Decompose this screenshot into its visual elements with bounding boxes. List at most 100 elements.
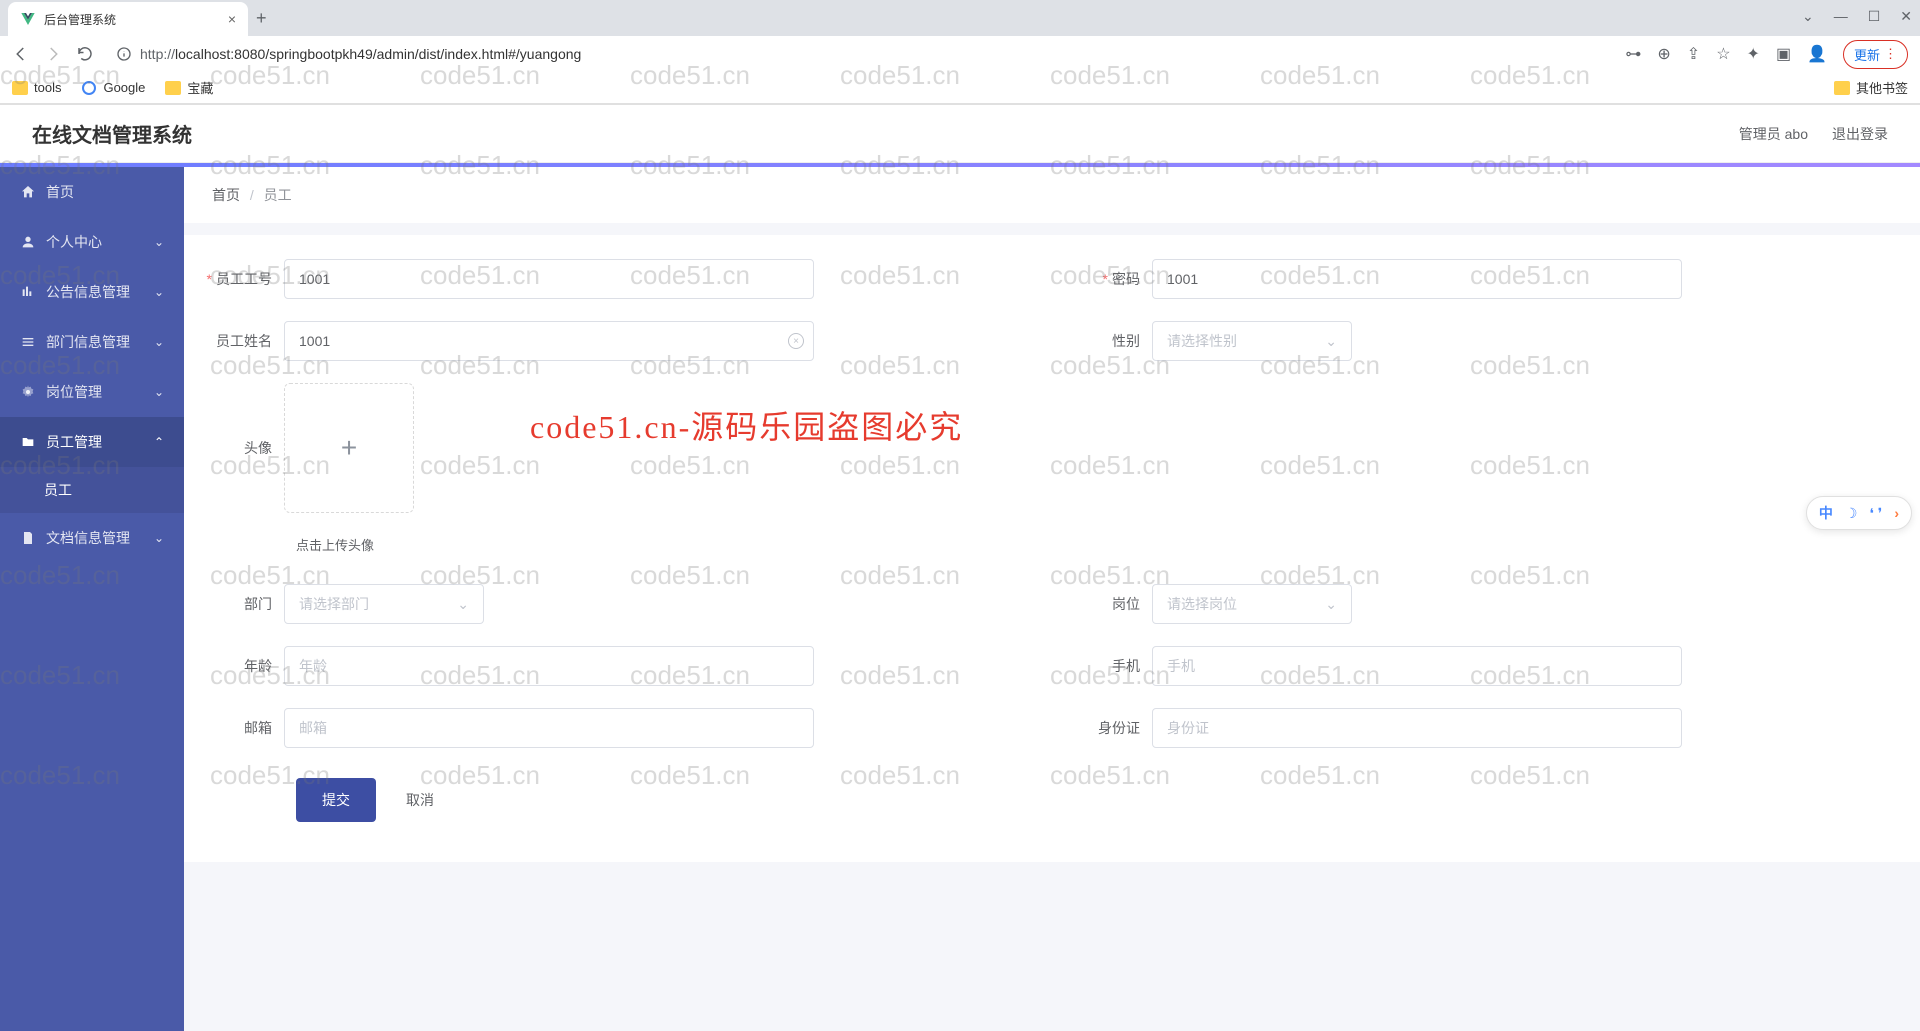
breadcrumb: 首页 / 员工 [184,167,1920,223]
close-window-icon[interactable]: ✕ [1900,8,1912,25]
browser-tabs-bar: 后台管理系统 × + ⌄ — ☐ ✕ [0,0,1920,36]
bookmark-treasure[interactable]: 宝藏 [165,78,213,97]
gender-select[interactable]: 请选择性别 ⌄ [1152,321,1352,361]
app-title: 在线文档管理系统 [32,119,192,148]
age-input[interactable] [284,646,814,686]
chevron-down-icon: ⌄ [457,596,469,613]
breadcrumb-current: 员工 [264,187,292,203]
chevron-down-icon[interactable]: ⌄ [1802,8,1814,25]
plus-icon: + [341,432,357,464]
ime-cn-icon[interactable]: 中 [1819,503,1833,523]
avatar-label: 头像 [204,438,284,458]
chart-icon [20,284,36,300]
chevron-down-icon: ⌄ [154,335,164,349]
profile-icon[interactable]: 👤 [1807,44,1827,64]
ime-toolbar[interactable]: 中 ☽ ❛ ❜ › [1806,496,1912,530]
home-icon [20,184,36,200]
sidebar-item-position[interactable]: 岗位管理 ⌄ [0,367,184,417]
emp-id-label: *员工工号 [204,269,284,289]
breadcrumb-separator: / [250,187,254,203]
address-bar-icons: ⊶ ⊕ ⇪ ☆ ✦ ▣ 👤 更新 ⋮ [1625,40,1908,69]
browser-tab[interactable]: 后台管理系统 × [8,2,248,36]
emp-id-input[interactable] [284,259,814,299]
sidebar-item-dept[interactable]: 部门信息管理 ⌄ [0,317,184,367]
reload-button[interactable] [76,45,94,63]
name-label: 员工姓名 [204,331,284,351]
sidebar-item-doc[interactable]: 文档信息管理 ⌄ [0,513,184,563]
email-label: 邮箱 [204,718,284,738]
user-label[interactable]: 管理员 abo [1739,124,1808,144]
info-icon [116,46,132,62]
bookmark-tools[interactable]: tools [12,80,61,95]
dept-select[interactable]: 请选择部门 ⌄ [284,584,484,624]
chevron-down-icon: ⌄ [1325,596,1337,613]
share-icon[interactable]: ⇪ [1687,44,1700,64]
chevron-down-icon: ⌄ [154,285,164,299]
tab-title: 后台管理系统 [44,11,220,28]
key-icon[interactable]: ⊶ [1625,44,1641,64]
ime-quotes[interactable]: ❛ ❜ [1869,505,1882,522]
star-icon[interactable]: ☆ [1716,44,1730,64]
minimize-icon[interactable]: — [1834,8,1848,25]
sidebar-item-notice[interactable]: 公告信息管理 ⌄ [0,267,184,317]
avatar-hint: 点击上传头像 [204,535,1900,554]
sidebar-item-employee[interactable]: 员工管理 ⌃ [0,417,184,467]
idcard-label: 身份证 [1072,718,1152,738]
chevron-up-icon: ⌃ [154,435,164,449]
chevron-right-icon[interactable]: › [1894,505,1899,521]
clear-icon[interactable]: × [788,333,804,349]
window-controls: ⌄ — ☐ ✕ [1802,8,1912,25]
dept-label: 部门 [204,594,284,614]
close-icon[interactable]: × [228,11,236,27]
vue-icon [20,11,36,27]
folder-icon [1834,81,1850,95]
app-body: 首页 个人中心 ⌄ 公告信息管理 ⌄ 部门信息管理 ⌄ 岗位管理 ⌄ 员工管理 … [0,167,1920,1031]
avatar-upload[interactable]: + [284,383,414,513]
forward-button[interactable] [44,45,62,63]
bookmark-google[interactable]: Google [81,80,145,96]
submit-button[interactable]: 提交 [296,778,376,822]
chevron-down-icon: ⌄ [154,385,164,399]
maximize-icon[interactable]: ☐ [1868,8,1881,25]
breadcrumb-home[interactable]: 首页 [212,187,240,203]
logout-link[interactable]: 退出登录 [1832,124,1888,144]
password-label: *密码 [1072,269,1152,289]
google-icon [81,80,97,96]
update-button[interactable]: 更新 ⋮ [1843,40,1908,69]
email-input[interactable] [284,708,814,748]
address-bar: http://localhost:8080/springbootpkh49/ad… [0,36,1920,72]
extensions-icon[interactable]: ✦ [1747,44,1760,64]
password-input[interactable] [1152,259,1682,299]
age-label: 年龄 [204,656,284,676]
app-header: 在线文档管理系统 管理员 abo 退出登录 [0,105,1920,163]
chevron-down-icon: ⌄ [154,531,164,545]
phone-label: 手机 [1072,656,1152,676]
cancel-button[interactable]: 取消 [396,778,444,822]
bookmark-other[interactable]: 其他书签 [1834,78,1908,97]
position-label: 岗位 [1072,594,1152,614]
zoom-icon[interactable]: ⊕ [1657,44,1670,64]
moon-icon[interactable]: ☽ [1845,505,1858,522]
sidebar-subitem-employee[interactable]: 员工 [0,467,184,513]
user-icon [20,234,36,250]
new-tab-button[interactable]: + [256,8,267,29]
document-icon [20,530,36,546]
position-select[interactable]: 请选择岗位 ⌄ [1152,584,1352,624]
chevron-down-icon: ⌄ [154,235,164,249]
back-button[interactable] [12,45,30,63]
form-card: *员工工号 *密码 员工姓名 × 性别 [184,235,1920,862]
gear-icon [20,384,36,400]
sidepanel-icon[interactable]: ▣ [1776,44,1791,64]
folder-icon [20,434,36,450]
main-content: 首页 / 员工 *员工工号 *密码 员工姓名 [184,167,1920,1031]
phone-input[interactable] [1152,646,1682,686]
url-box[interactable]: http://localhost:8080/springbootpkh49/ad… [108,46,1611,62]
sidebar-item-personal[interactable]: 个人中心 ⌄ [0,217,184,267]
browser-chrome: 后台管理系统 × + ⌄ — ☐ ✕ http://localhost:8080… [0,0,1920,105]
folder-icon [165,81,181,95]
name-input[interactable] [284,321,814,361]
sidebar-item-home[interactable]: 首页 [0,167,184,217]
gender-label: 性别 [1072,331,1152,351]
url-text: http://localhost:8080/springbootpkh49/ad… [140,46,581,62]
idcard-input[interactable] [1152,708,1682,748]
